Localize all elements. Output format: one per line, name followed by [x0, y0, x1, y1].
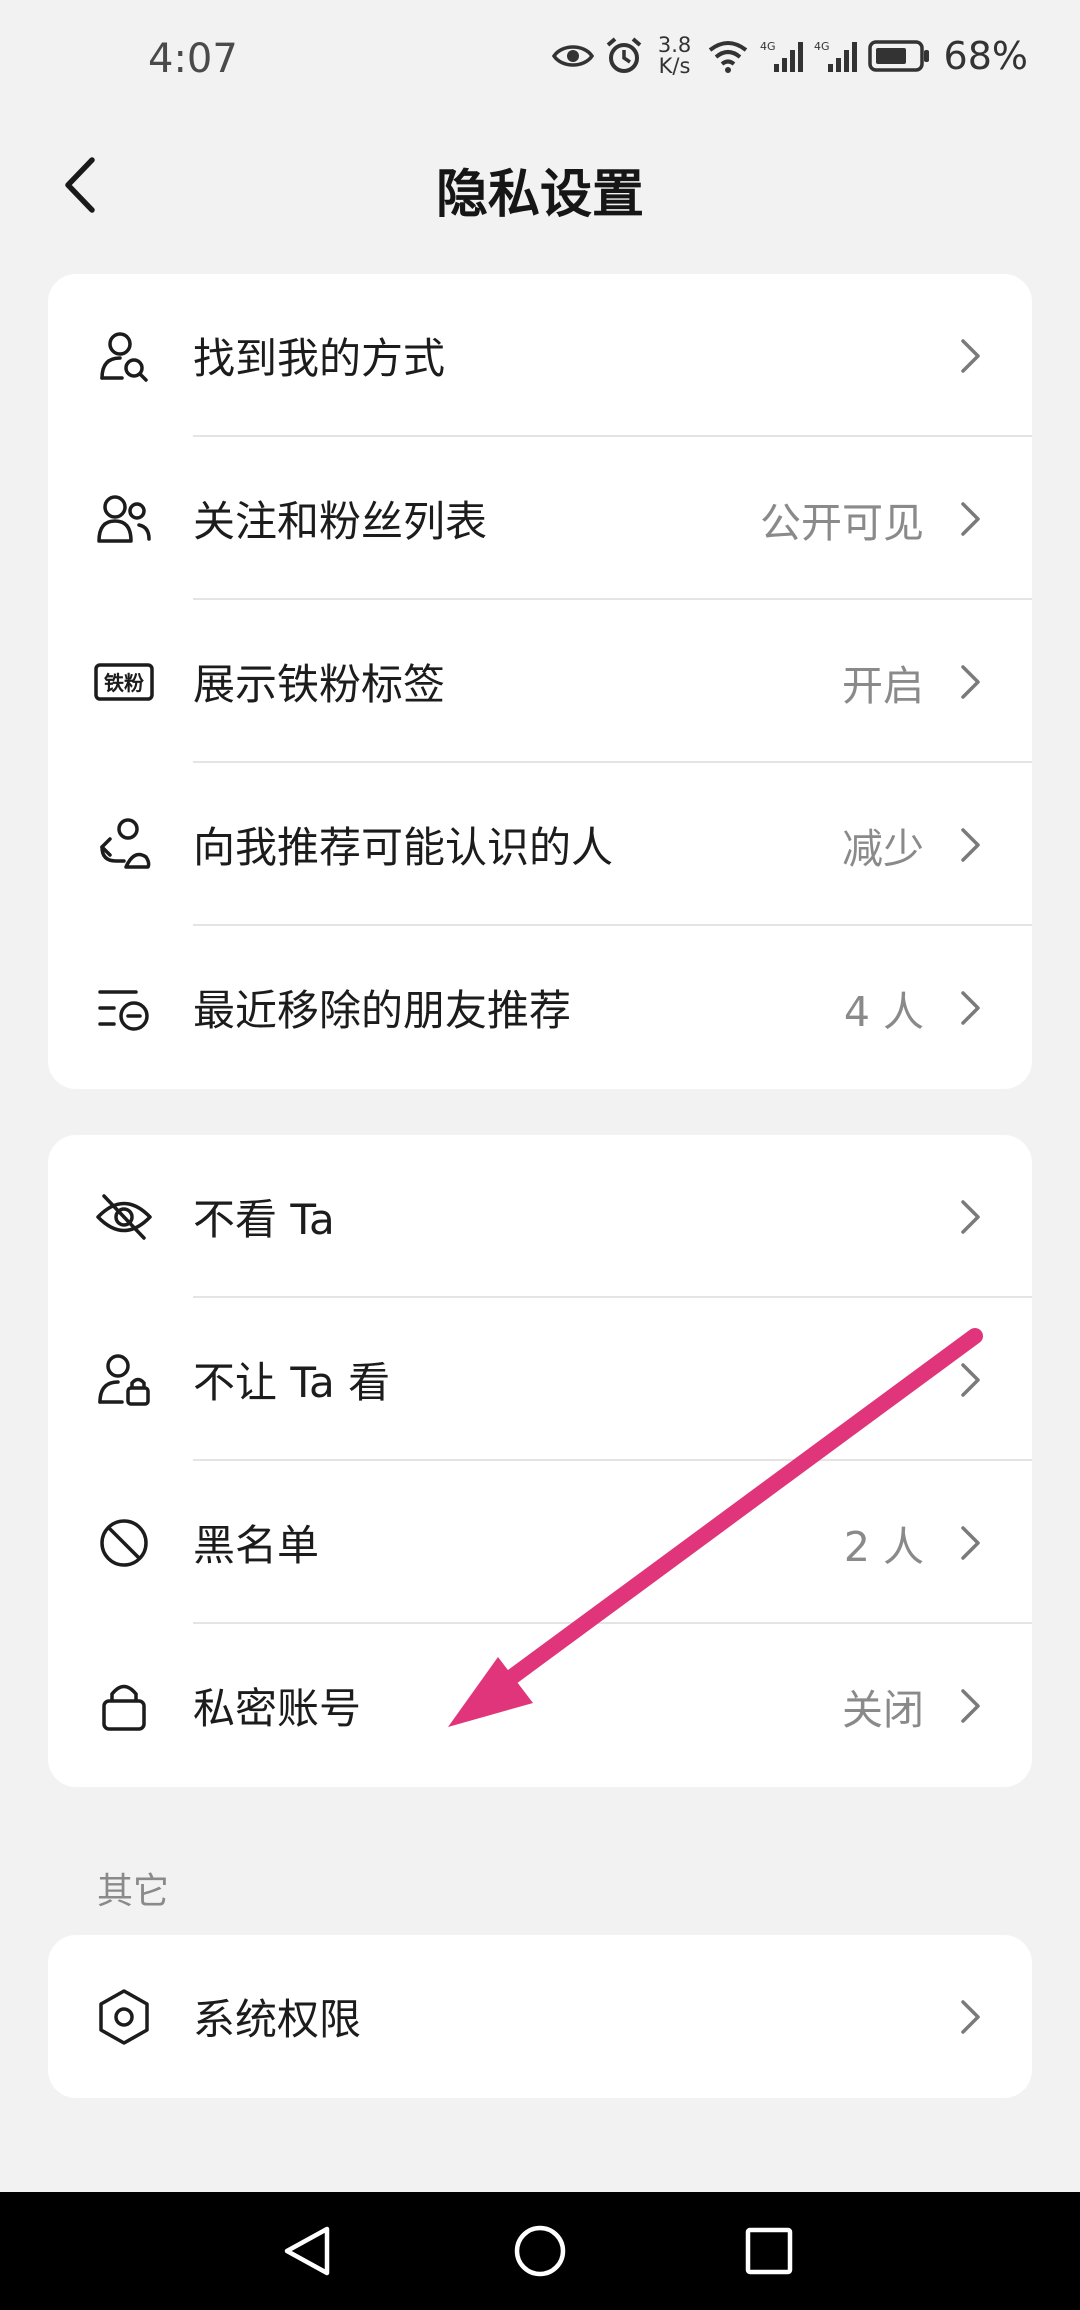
row-label: 找到我的方式 — [193, 334, 446, 383]
signal-4g-icon: 4G — [814, 38, 858, 74]
circle-home-icon — [514, 2225, 566, 2277]
network-speed: 3.8 K/s — [657, 33, 692, 78]
chevron-right-icon — [961, 338, 980, 373]
battery-icon — [867, 40, 930, 72]
chevron-right-icon — [961, 1199, 980, 1234]
row-value: 4 人 — [843, 987, 924, 1036]
eye-icon — [551, 41, 594, 71]
header: 隐私设置 — [0, 130, 1080, 240]
person-recommend-icon — [94, 815, 154, 875]
person-lock-icon — [94, 1350, 154, 1410]
row-value: 2 人 — [843, 1522, 924, 1571]
chevron-right-icon — [961, 1362, 980, 1397]
chevron-right-icon — [961, 664, 980, 699]
row-label: 向我推荐可能认识的人 — [193, 823, 614, 872]
row-value: 公开可见 — [760, 498, 924, 547]
wifi-icon — [706, 38, 750, 74]
battery-percent: 68% — [943, 34, 1028, 78]
settings-group-discovery: 找到我的方式 关注和粉丝列表 公开可见 铁粉 展示铁粉标签 开启 向我推荐可能认… — [48, 274, 1032, 1089]
hide-their-content-row[interactable]: 不看 Ta — [48, 1135, 1032, 1298]
svg-text:4G: 4G — [814, 40, 830, 53]
row-label: 展示铁粉标签 — [193, 660, 446, 709]
page-title: 隐私设置 — [435, 165, 644, 225]
private-account-row[interactable]: 私密账号 关闭 — [48, 1624, 1032, 1787]
row-label: 黑名单 — [193, 1521, 320, 1570]
nav-home-button[interactable] — [505, 2216, 575, 2286]
chevron-right-icon — [961, 827, 980, 862]
row-value: 减少 — [842, 824, 924, 873]
triangle-back-icon — [284, 2226, 330, 2276]
lock-icon — [94, 1676, 154, 1736]
chevron-right-icon — [961, 501, 980, 536]
iron-fan-badge-icon: 铁粉 — [94, 652, 154, 712]
blacklist-row[interactable]: 黑名单 2 人 — [48, 1461, 1032, 1624]
nav-recents-button[interactable] — [734, 2216, 804, 2286]
people-icon — [94, 489, 154, 549]
signal-4g-icon: 4G — [760, 38, 804, 74]
row-value: 关闭 — [842, 1685, 924, 1734]
removed-recommendations-row[interactable]: 最近移除的朋友推荐 4 人 — [48, 926, 1032, 1089]
chevron-right-icon — [961, 990, 980, 1025]
recommend-people-row[interactable]: 向我推荐可能认识的人 减少 — [48, 763, 1032, 926]
row-label: 私密账号 — [193, 1684, 362, 1733]
hide-my-content-row[interactable]: 不让 Ta 看 — [48, 1298, 1032, 1461]
hexagon-settings-icon — [94, 1987, 154, 2047]
eye-off-icon — [94, 1187, 154, 1247]
system-navigation-bar — [0, 2192, 1080, 2310]
list-remove-icon — [94, 978, 154, 1038]
section-label-other: 其它 — [97, 1871, 170, 1912]
iron-fan-badge-row[interactable]: 铁粉 展示铁粉标签 开启 — [48, 600, 1032, 763]
row-label: 系统权限 — [193, 1995, 362, 2044]
status-icons: 3.8 K/s 4G 4G 68% — [551, 33, 1028, 78]
chevron-right-icon — [961, 1525, 980, 1560]
row-label: 关注和粉丝列表 — [193, 497, 488, 546]
chevron-right-icon — [961, 1999, 980, 2034]
row-label: 最近移除的朋友推荐 — [193, 986, 572, 1035]
row-label: 不看 Ta — [193, 1195, 335, 1244]
svg-text:4G: 4G — [760, 40, 776, 53]
block-icon — [94, 1513, 154, 1573]
system-permissions-row[interactable]: 系统权限 — [48, 1935, 1032, 2098]
follow-fans-list-row[interactable]: 关注和粉丝列表 公开可见 — [48, 437, 1032, 600]
row-value: 开启 — [842, 661, 924, 710]
status-bar: 4:07 3.8 K/s 4G 4G 68% — [0, 0, 1080, 130]
square-recents-icon — [745, 2227, 793, 2275]
status-time: 4:07 — [148, 36, 238, 82]
row-label: 不让 Ta 看 — [193, 1358, 391, 1407]
svg-text:铁粉: 铁粉 — [104, 671, 144, 695]
settings-group-other: 系统权限 — [48, 1935, 1032, 2098]
settings-group-visibility: 不看 Ta 不让 Ta 看 黑名单 2 人 私密账号 关闭 — [48, 1135, 1032, 1787]
alarm-icon — [604, 36, 644, 76]
find-me-row[interactable]: 找到我的方式 — [48, 274, 1032, 437]
nav-back-button[interactable] — [272, 2216, 342, 2286]
person-search-icon — [94, 326, 154, 386]
chevron-right-icon — [961, 1688, 980, 1723]
